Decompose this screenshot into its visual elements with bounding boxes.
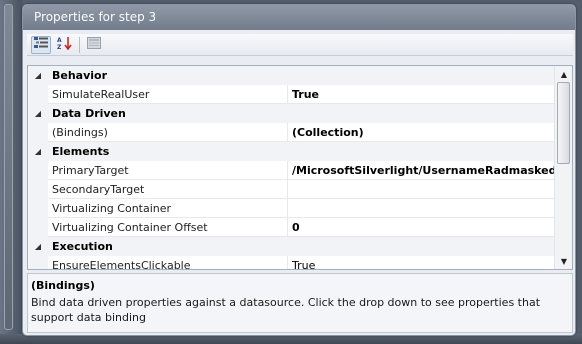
property-value[interactable]: /MicrosoftSilverlight/UsernameRadmaskedt…	[288, 161, 554, 180]
category-label: Elements	[52, 145, 110, 158]
property-value[interactable]: True	[288, 85, 554, 104]
category-behavior[interactable]: ◢ Behavior	[28, 66, 554, 85]
property-row-virtualizing-container[interactable]: Virtualizing Container	[28, 199, 554, 218]
description-text: Bind data driven properties against a da…	[31, 296, 541, 324]
property-row-secondarytarget[interactable]: SecondaryTarget	[28, 180, 554, 199]
property-name: EnsureElementsClickable	[48, 256, 288, 269]
categorized-button[interactable]	[31, 35, 51, 54]
property-name: PrimaryTarget	[48, 161, 288, 180]
collapse-arrow-icon[interactable]: ◢	[28, 237, 48, 256]
alphabetical-icon: A Z	[57, 36, 73, 53]
property-value[interactable]	[288, 199, 554, 218]
vertical-scrollbar[interactable]: ▲ ▼	[554, 66, 572, 269]
category-data-driven[interactable]: ◢ Data Driven	[28, 104, 554, 123]
property-name: Virtualizing Container	[48, 199, 288, 218]
property-row-virtualizing-container-offset[interactable]: Virtualizing Container Offset 0	[28, 218, 554, 237]
left-dock-background	[0, 0, 22, 344]
property-grid: ◢ Behavior SimulateRealUser True ◢ Data …	[27, 65, 573, 270]
categorized-icon	[34, 37, 48, 52]
description-pane: (Bindings) Bind data driven properties a…	[27, 273, 573, 333]
description-title: (Bindings)	[31, 279, 95, 292]
category-label: Behavior	[52, 69, 108, 82]
property-value[interactable]: True	[288, 256, 554, 269]
property-row-ensureelementsclickable[interactable]: EnsureElementsClickable True	[28, 256, 554, 269]
property-pages-icon	[87, 37, 101, 52]
property-name: SimulateRealUser	[48, 85, 288, 104]
property-row-simulaterealuser[interactable]: SimulateRealUser True	[28, 85, 554, 104]
category-label: Execution	[52, 240, 113, 253]
property-value[interactable]	[288, 180, 554, 199]
toolbar-separator	[79, 36, 80, 53]
left-dock-tab[interactable]	[4, 4, 13, 330]
properties-panel: Properties for step 3 A Z ◢ Behavior Sim…	[22, 4, 576, 336]
svg-text:Z: Z	[57, 44, 62, 50]
category-execution[interactable]: ◢ Execution	[28, 237, 554, 256]
panel-title: Properties for step 3	[23, 5, 575, 30]
svg-text:A: A	[57, 37, 62, 44]
property-row-bindings[interactable]: (Bindings) (Collection)	[28, 123, 554, 142]
property-name: Virtualizing Container Offset	[48, 218, 288, 237]
scroll-up-arrow-icon[interactable]: ▲	[556, 67, 572, 81]
collapse-arrow-icon[interactable]: ◢	[28, 66, 48, 85]
property-name: (Bindings)	[48, 123, 288, 142]
property-value[interactable]: 0	[288, 218, 554, 237]
collapse-arrow-icon[interactable]: ◢	[28, 142, 48, 161]
property-row-primarytarget[interactable]: PrimaryTarget /MicrosoftSilverlight/User…	[28, 161, 554, 180]
properties-toolbar: A Z	[27, 34, 573, 56]
property-value[interactable]: (Collection)	[288, 123, 554, 142]
category-label: Data Driven	[52, 107, 126, 120]
scrollbar-thumb[interactable]	[557, 82, 570, 164]
alphabetical-button[interactable]: A Z	[55, 36, 75, 54]
property-pages-button[interactable]	[84, 36, 104, 54]
collapse-arrow-icon[interactable]: ◢	[28, 104, 48, 123]
category-elements[interactable]: ◢ Elements	[28, 142, 554, 161]
scroll-down-arrow-icon[interactable]: ▼	[556, 254, 572, 268]
property-name: SecondaryTarget	[48, 180, 288, 199]
